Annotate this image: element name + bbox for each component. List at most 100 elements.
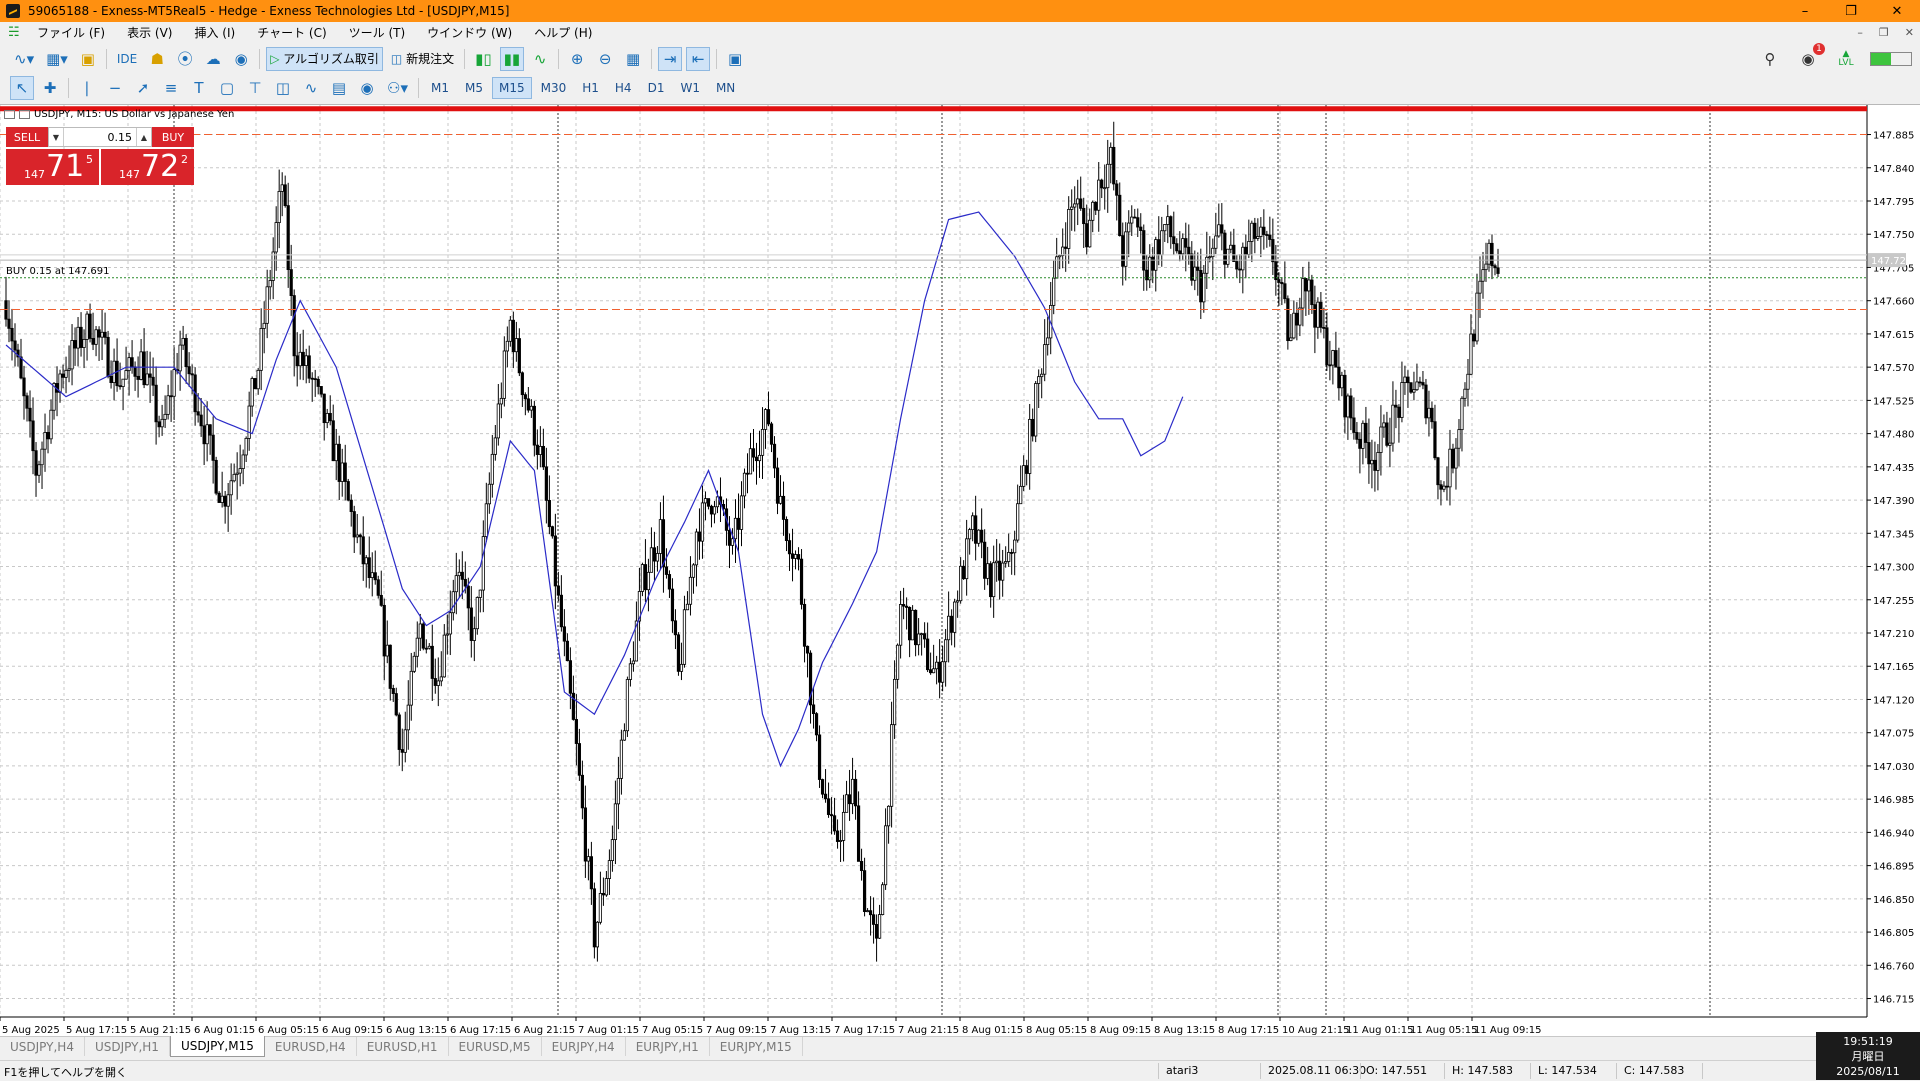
candle-body <box>136 375 140 380</box>
chart-tab[interactable]: USDJPY,H1 <box>85 1037 170 1056</box>
candlestick-icon[interactable]: ▮▮ <box>499 46 525 71</box>
buy-price-button[interactable]: 147 72 2 <box>101 149 194 185</box>
timeframe-d1[interactable]: D1 <box>641 77 672 99</box>
more-tools-icon[interactable]: ⚇▾ <box>383 76 412 100</box>
rectangle-icon[interactable]: ▢ <box>215 76 239 100</box>
chart-tab[interactable]: EURJPY,M15 <box>710 1037 803 1056</box>
volume-down-icon[interactable]: ▼ <box>49 128 64 146</box>
mdi-minimize-icon[interactable]: – <box>1857 26 1863 39</box>
candle-body <box>989 563 993 598</box>
chart-tab[interactable]: USDJPY,H4 <box>0 1037 85 1056</box>
close-icon[interactable]: ✕ <box>1874 0 1920 22</box>
candle-body <box>361 536 365 565</box>
candle-body <box>313 378 317 381</box>
timeframe-mn[interactable]: MN <box>709 77 742 99</box>
candle-body <box>586 856 590 862</box>
signal-strength-icon[interactable]: ▲ LVL <box>1834 47 1858 71</box>
tile-windows-icon[interactable]: ▦ <box>621 47 645 71</box>
volume-value[interactable]: 0.15 <box>64 131 136 144</box>
x-tick-label: 7 Aug 05:15 <box>642 1025 703 1036</box>
notifications-icon[interactable]: ◉ 1 <box>1796 42 1825 71</box>
mdi-restore-icon[interactable]: ❐ <box>1879 26 1889 39</box>
y-tick-label: 147.435 <box>1873 463 1914 474</box>
menu-insert[interactable]: 挿入 (I) <box>183 24 246 41</box>
candle-body <box>19 356 23 379</box>
sell-price-button[interactable]: 147 71 5 <box>6 149 99 185</box>
zoom-out-icon[interactable]: ⊖ <box>593 47 617 71</box>
menu-file[interactable]: ファイル (F) <box>26 24 116 41</box>
menu-window[interactable]: ウインドウ (W) <box>416 24 523 41</box>
menu-view[interactable]: 表示 (V) <box>116 24 183 41</box>
horizontal-line-icon[interactable]: − <box>103 76 127 100</box>
lock-icon[interactable]: ☗ <box>145 47 169 71</box>
candle-body <box>838 840 843 842</box>
vertical-line-icon[interactable]: ∣ <box>75 76 99 100</box>
chart-tab[interactable]: USDJPY,M15 <box>169 1036 265 1057</box>
timeframe-m1[interactable]: M1 <box>424 77 456 99</box>
timeframe-h1[interactable]: H1 <box>575 77 606 99</box>
candle-body <box>1238 268 1242 271</box>
line-chart-icon[interactable]: ∿ <box>528 47 552 71</box>
chart-tab[interactable]: EURJPY,H4 <box>542 1037 626 1056</box>
chart-tab[interactable]: EURJPY,H1 <box>626 1037 710 1056</box>
timeframe-m15[interactable]: M15 <box>491 76 532 99</box>
ide-button[interactable]: IDE <box>113 47 141 71</box>
chart-tab[interactable]: EURUSD,H4 <box>265 1037 357 1056</box>
text-tool-icon[interactable]: T <box>187 76 211 100</box>
candle-body <box>376 579 380 596</box>
zoom-in-icon[interactable]: ⊕ <box>565 47 589 71</box>
search-icon[interactable]: ⚲ <box>1758 47 1782 71</box>
channel-icon[interactable]: ≡ <box>159 76 183 100</box>
sell-button[interactable]: SELL <box>6 127 48 147</box>
volume-field[interactable]: ▼ 0.15 ▲ <box>48 127 152 147</box>
timeframe-m5[interactable]: M5 <box>458 77 490 99</box>
templates-icon[interactable]: ▦▾ <box>42 47 72 71</box>
new-order-button[interactable]: ◫ 新規注文 <box>387 47 458 71</box>
auto-scroll-icon[interactable]: ⇥ <box>658 46 683 71</box>
trendline-icon[interactable]: ➚ <box>131 76 155 100</box>
screenshot-icon[interactable]: ▣ <box>723 47 747 71</box>
indicators-icon[interactable]: ∿ <box>299 76 323 100</box>
timeframe-w1[interactable]: W1 <box>673 77 707 99</box>
title-bar[interactable]: 59065188 - Exness-MT5Real5 - Hedge - Exn… <box>0 0 1920 22</box>
chart-shift-icon[interactable]: ⇤ <box>686 46 711 71</box>
menu-help[interactable]: ヘルプ (H) <box>523 24 603 41</box>
chart-window[interactable]: USDJPY, M15: US Dollar vs Japanese Yen S… <box>0 104 1920 1037</box>
status-low: L: 147.534 <box>1538 1064 1597 1077</box>
market-icon[interactable]: ▣ <box>76 47 100 71</box>
crosshair-icon[interactable]: ✚ <box>38 76 62 100</box>
candle-body <box>661 519 666 568</box>
menu-chart[interactable]: チャート (C) <box>246 24 337 41</box>
volume-up-icon[interactable]: ▲ <box>136 128 151 146</box>
objects-icon[interactable]: ▤ <box>327 76 351 100</box>
candle-body <box>574 719 578 744</box>
web-icon[interactable]: ◉ <box>229 47 253 71</box>
chart-tab[interactable]: EURUSD,H1 <box>357 1037 449 1056</box>
candle-body <box>1043 344 1047 375</box>
vps-cloud-icon[interactable]: ☁ <box>201 47 225 71</box>
candle-body <box>1358 438 1362 449</box>
algo-trading-button[interactable]: ▷ アルゴリズム取引 <box>266 46 383 71</box>
candle-body <box>1157 239 1161 256</box>
candle-body <box>427 645 431 649</box>
maximize-icon[interactable]: ❐ <box>1828 0 1874 22</box>
candle-body <box>1484 263 1488 271</box>
y-tick-label: 147.660 <box>1873 297 1914 308</box>
menu-tools[interactable]: ツール (T) <box>338 24 417 41</box>
timeframe-h4[interactable]: H4 <box>608 77 639 99</box>
buy-button[interactable]: BUY <box>152 127 194 147</box>
chart-tab[interactable]: EURUSD,M5 <box>449 1037 542 1056</box>
doc-menu-icon[interactable]: ☵ <box>8 25 22 40</box>
mdi-close-icon[interactable]: ✕ <box>1905 26 1914 39</box>
shapes-icon[interactable]: ◫ <box>271 76 295 100</box>
text-label-icon[interactable]: ⊤ <box>243 76 267 100</box>
connection-fill <box>1871 52 1891 65</box>
cursor-icon[interactable]: ↖ <box>10 75 34 100</box>
signals-icon[interactable]: ⦿ <box>173 47 197 71</box>
timeframe-m30[interactable]: M30 <box>534 77 574 99</box>
chart-type-icon[interactable]: ∿▾ <box>10 47 38 71</box>
price-chart[interactable]: 147.885147.840147.795147.750147.705147.6… <box>0 105 1920 1037</box>
bar-chart-icon[interactable]: ▮▯ <box>471 47 496 71</box>
minimize-icon[interactable]: – <box>1782 0 1828 22</box>
eye-icon[interactable]: ◉ <box>355 76 379 100</box>
